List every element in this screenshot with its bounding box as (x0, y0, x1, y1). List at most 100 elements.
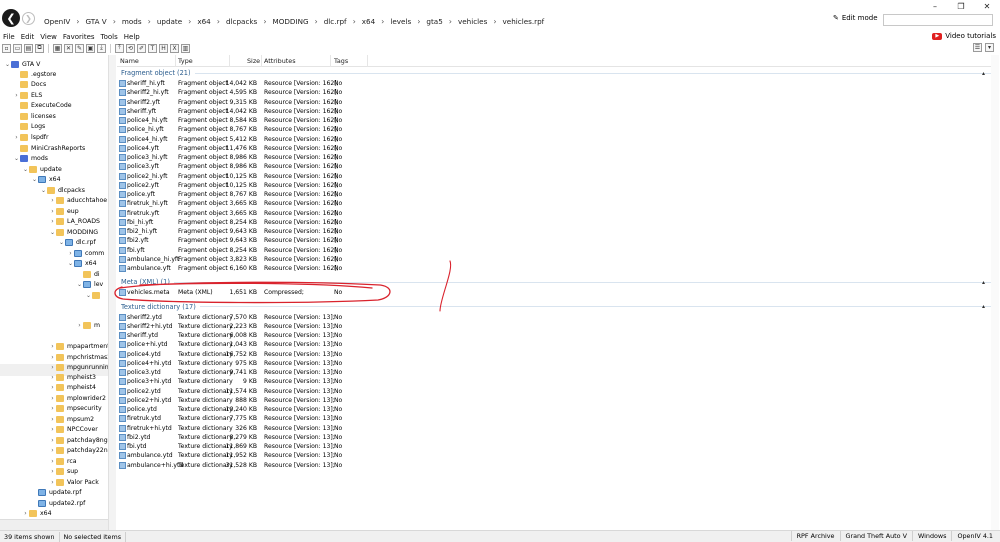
breadcrumb-item[interactable]: gta5 (420, 17, 448, 26)
tree-node[interactable]: › aducchtahoe (49, 195, 107, 205)
chevron-down-icon[interactable]: ⌄ (4, 61, 11, 68)
column-divider[interactable] (175, 55, 176, 67)
chevron-down-icon[interactable]: ⌄ (67, 260, 74, 267)
chevron-right-icon[interactable]: › (49, 354, 56, 361)
tree-node[interactable]: › mpheist3 (49, 372, 96, 382)
tree-node[interactable]: › mpchristmas2 (49, 352, 108, 362)
chevron-right-icon[interactable]: › (49, 447, 56, 454)
file-row[interactable]: police4_hi.yft Fragment object 8,584 KB Res… (117, 116, 342, 125)
breadcrumb-item[interactable]: mods (116, 17, 148, 26)
file-row[interactable]: sheriff.ytd Texture dictionary 6,008 KB Res… (117, 331, 342, 340)
breadcrumb-item[interactable]: levels (384, 17, 417, 26)
tree-node[interactable]: Docs (13, 79, 46, 89)
file-row[interactable]: police2.ytd Texture dictionary 11,574 KB Re… (117, 387, 342, 396)
archive-icon[interactable]: ▥ (181, 43, 190, 53)
file-row[interactable]: fbi_hi.yft Fragment object 8,254 KB Resourc… (117, 218, 342, 227)
file-row[interactable]: police2.yft Fragment object 10,125 KB Resou… (117, 181, 342, 190)
tree-node[interactable]: ⌄ (85, 290, 103, 300)
tree-node[interactable]: › NPCCover (49, 424, 98, 434)
menu-favorites[interactable]: Favorites (60, 33, 98, 41)
chevron-right-icon[interactable]: › (49, 364, 56, 371)
tree-node[interactable]: › x64 (22, 508, 52, 518)
tree-node[interactable]: update2.rpf (31, 498, 85, 508)
tree-node[interactable]: di (76, 269, 100, 279)
column-divider[interactable] (261, 55, 262, 67)
menu-file[interactable]: File (0, 33, 18, 41)
tree-node[interactable]: ⌄ lev (76, 279, 103, 289)
tree-node[interactable]: › mpgunrunning (49, 362, 108, 372)
tree-node[interactable]: ⌄ update (22, 164, 62, 174)
properties-icon[interactable]: ▣ (86, 43, 95, 53)
minimize-button[interactable]: – (922, 0, 948, 12)
chevron-down-icon[interactable]: ⌄ (31, 176, 38, 183)
tree-node[interactable]: licenses (13, 111, 56, 121)
breadcrumb-item[interactable]: x64 (191, 17, 216, 26)
video-tutorials-link[interactable]: ▶ Video tutorials (932, 32, 996, 40)
import-icon[interactable]: ⤒ (115, 43, 124, 53)
chevron-down-icon[interactable]: ⌄ (13, 155, 20, 162)
breadcrumb-item[interactable]: vehicles.rpf (497, 17, 551, 26)
tree-node[interactable]: › rca (49, 456, 77, 466)
chevron-right-icon[interactable]: › (49, 197, 56, 204)
copy-icon[interactable]: ⧉ (35, 43, 44, 53)
tree-node[interactable]: › LA_ROADS (49, 216, 100, 226)
view-options-chevron-icon[interactable]: ▾ (985, 43, 994, 52)
chevron-down-icon[interactable]: ⌄ (40, 187, 47, 194)
file-row[interactable]: sheriff2.yft Fragment object 9,315 KB Resou… (117, 98, 342, 107)
file-row[interactable]: police.ytd Texture dictionary 10,240 KB Res… (117, 405, 342, 414)
tree-node[interactable]: › Valor Pack (49, 477, 99, 487)
chevron-right-icon[interactable]: › (49, 405, 56, 412)
chevron-right-icon[interactable]: › (49, 458, 56, 465)
tree-node[interactable]: update.rpf (31, 487, 81, 497)
file-row[interactable]: fbi2.ytd Texture dictionary 8,279 KB Resour… (117, 433, 342, 442)
tree-node[interactable]: › lspdfr (13, 132, 49, 142)
search-input[interactable] (883, 14, 993, 26)
tree-node[interactable]: › patchday8ng (49, 435, 108, 445)
close-button[interactable]: ✕ (974, 0, 1000, 12)
chevron-right-icon[interactable]: › (49, 384, 56, 391)
column-header-name[interactable]: Name (120, 57, 139, 65)
breadcrumb-item[interactable]: x64 (356, 17, 381, 26)
chevron-down-icon[interactable]: ⌄ (49, 229, 56, 236)
tree-node[interactable]: ⌄ mods (13, 153, 48, 163)
group-header[interactable]: Fragment object (21) ▴ (121, 68, 991, 78)
collapse-caret-icon[interactable]: ▴ (982, 279, 985, 286)
breadcrumb-item[interactable]: dlc.rpf (318, 17, 353, 26)
tree-node[interactable]: .egstore (13, 69, 56, 79)
group-header[interactable]: Texture dictionary (17) ▴ (121, 302, 991, 312)
file-row[interactable]: firetruk.ytd Texture dictionary 7,775 KB Re… (117, 414, 342, 423)
breadcrumb-item[interactable]: dlcpacks (220, 17, 263, 26)
rename-icon[interactable]: ✎ (75, 43, 84, 53)
chevron-right-icon[interactable]: › (49, 479, 56, 486)
file-row[interactable]: police2_hi.yft Fragment object 10,125 KB Re… (117, 172, 342, 181)
tree-horizontal-scrollbar[interactable] (0, 519, 108, 530)
file-row[interactable]: fbi.ytd Texture dictionary 11,869 KB Resour… (117, 442, 342, 451)
tree-node[interactable]: ⌄ x64 (31, 174, 61, 184)
chevron-right-icon[interactable]: › (49, 426, 56, 433)
list-view-icon[interactable]: ☰ (973, 43, 982, 52)
file-row[interactable]: police4.yft Fragment object 11,476 KB Resou… (117, 144, 342, 153)
column-header-size[interactable]: Size (247, 57, 260, 65)
save-icon[interactable]: ▤ (24, 43, 33, 53)
file-row[interactable]: sheriff.yft Fragment object 14,042 KB Resou… (117, 107, 342, 116)
file-row[interactable]: fbi2.yft Fragment object 9,643 KB Resource … (117, 236, 342, 245)
chevron-down-icon[interactable]: ⌄ (85, 292, 92, 299)
tree-node[interactable]: ⌄ GTA V (4, 59, 40, 69)
file-row[interactable]: sheriff_hi.yft Fragment object 14,042 KB Re… (117, 79, 342, 88)
file-row[interactable]: police4.ytd Texture dictionary 16,752 KB Re… (117, 350, 342, 359)
edit-icon[interactable]: ✐ (137, 43, 146, 53)
tree-scrollbar[interactable] (108, 55, 116, 530)
tree-node[interactable]: ⌄ MODDING (49, 227, 98, 237)
chevron-down-icon[interactable]: ⌄ (22, 166, 29, 173)
file-row[interactable]: police3+hi.ytd Texture dictionary 9 KB Reso… (117, 377, 342, 386)
column-divider[interactable] (229, 55, 230, 67)
text-icon[interactable]: T (148, 43, 157, 53)
chevron-down-icon[interactable]: ⌄ (76, 281, 83, 288)
chevron-right-icon[interactable]: › (49, 218, 56, 225)
forward-arrow-icon[interactable]: ❯ (22, 12, 35, 25)
paste-icon[interactable]: ▦ (53, 43, 62, 53)
replace-icon[interactable]: ⟲ (126, 43, 135, 53)
chevron-right-icon[interactable]: › (49, 437, 56, 444)
file-row[interactable]: ambulance.ytd Texture dictionary 11,952 KB… (117, 451, 342, 460)
collapse-caret-icon[interactable]: ▴ (982, 303, 985, 310)
